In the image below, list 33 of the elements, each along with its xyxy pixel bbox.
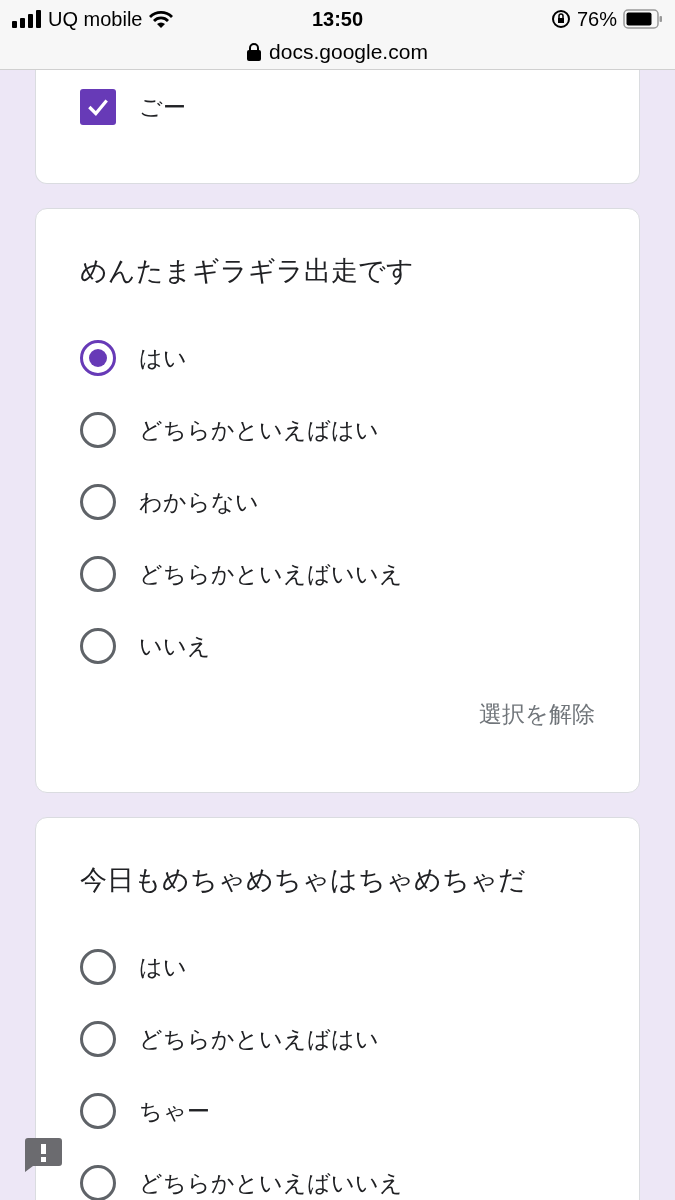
option-label: いいえ: [139, 632, 211, 660]
option-label: わからない: [139, 488, 259, 516]
question-title: めんたまギラギラ出走です: [80, 255, 415, 288]
clear-selection-button[interactable]: 選択を解除: [473, 694, 601, 734]
url-text: docs.google.com: [269, 39, 428, 65]
option-label: はい: [139, 344, 187, 372]
radio-button[interactable]: [80, 556, 116, 592]
checkbox[interactable]: [80, 89, 116, 125]
question-title: 今日もめちゃめちゃはちゃめちゃだ: [80, 864, 527, 897]
rotation-lock-icon: [550, 9, 571, 29]
clock-time: 13:50: [311, 7, 364, 32]
option-label: どちらかといえばいいえ: [139, 560, 403, 588]
battery-icon: [623, 9, 663, 29]
option-label: ちゃー: [139, 1097, 210, 1125]
radio-button[interactable]: [80, 1093, 116, 1129]
lock-icon: [247, 42, 262, 61]
signal-icon: [12, 10, 42, 28]
option-label: どちらかといえばはい: [139, 416, 379, 444]
option-label: ごー: [139, 93, 186, 121]
radio-button[interactable]: [80, 412, 116, 448]
radio-button[interactable]: [80, 949, 116, 985]
carrier-name: UQ mobile: [48, 7, 143, 32]
radio-button[interactable]: [80, 1021, 116, 1057]
option-label: どちらかといえばはい: [139, 1025, 379, 1053]
wifi-icon: [148, 9, 175, 29]
option-label: どちらかといえばいいえ: [139, 1169, 403, 1197]
radio-button[interactable]: [80, 628, 116, 664]
radio-button[interactable]: [80, 1165, 116, 1200]
battery-percent: 76%: [576, 7, 617, 32]
radio-button[interactable]: [80, 340, 116, 376]
report-icon[interactable]: [25, 1138, 62, 1172]
option-label: はい: [139, 953, 187, 981]
radio-button[interactable]: [80, 484, 116, 520]
